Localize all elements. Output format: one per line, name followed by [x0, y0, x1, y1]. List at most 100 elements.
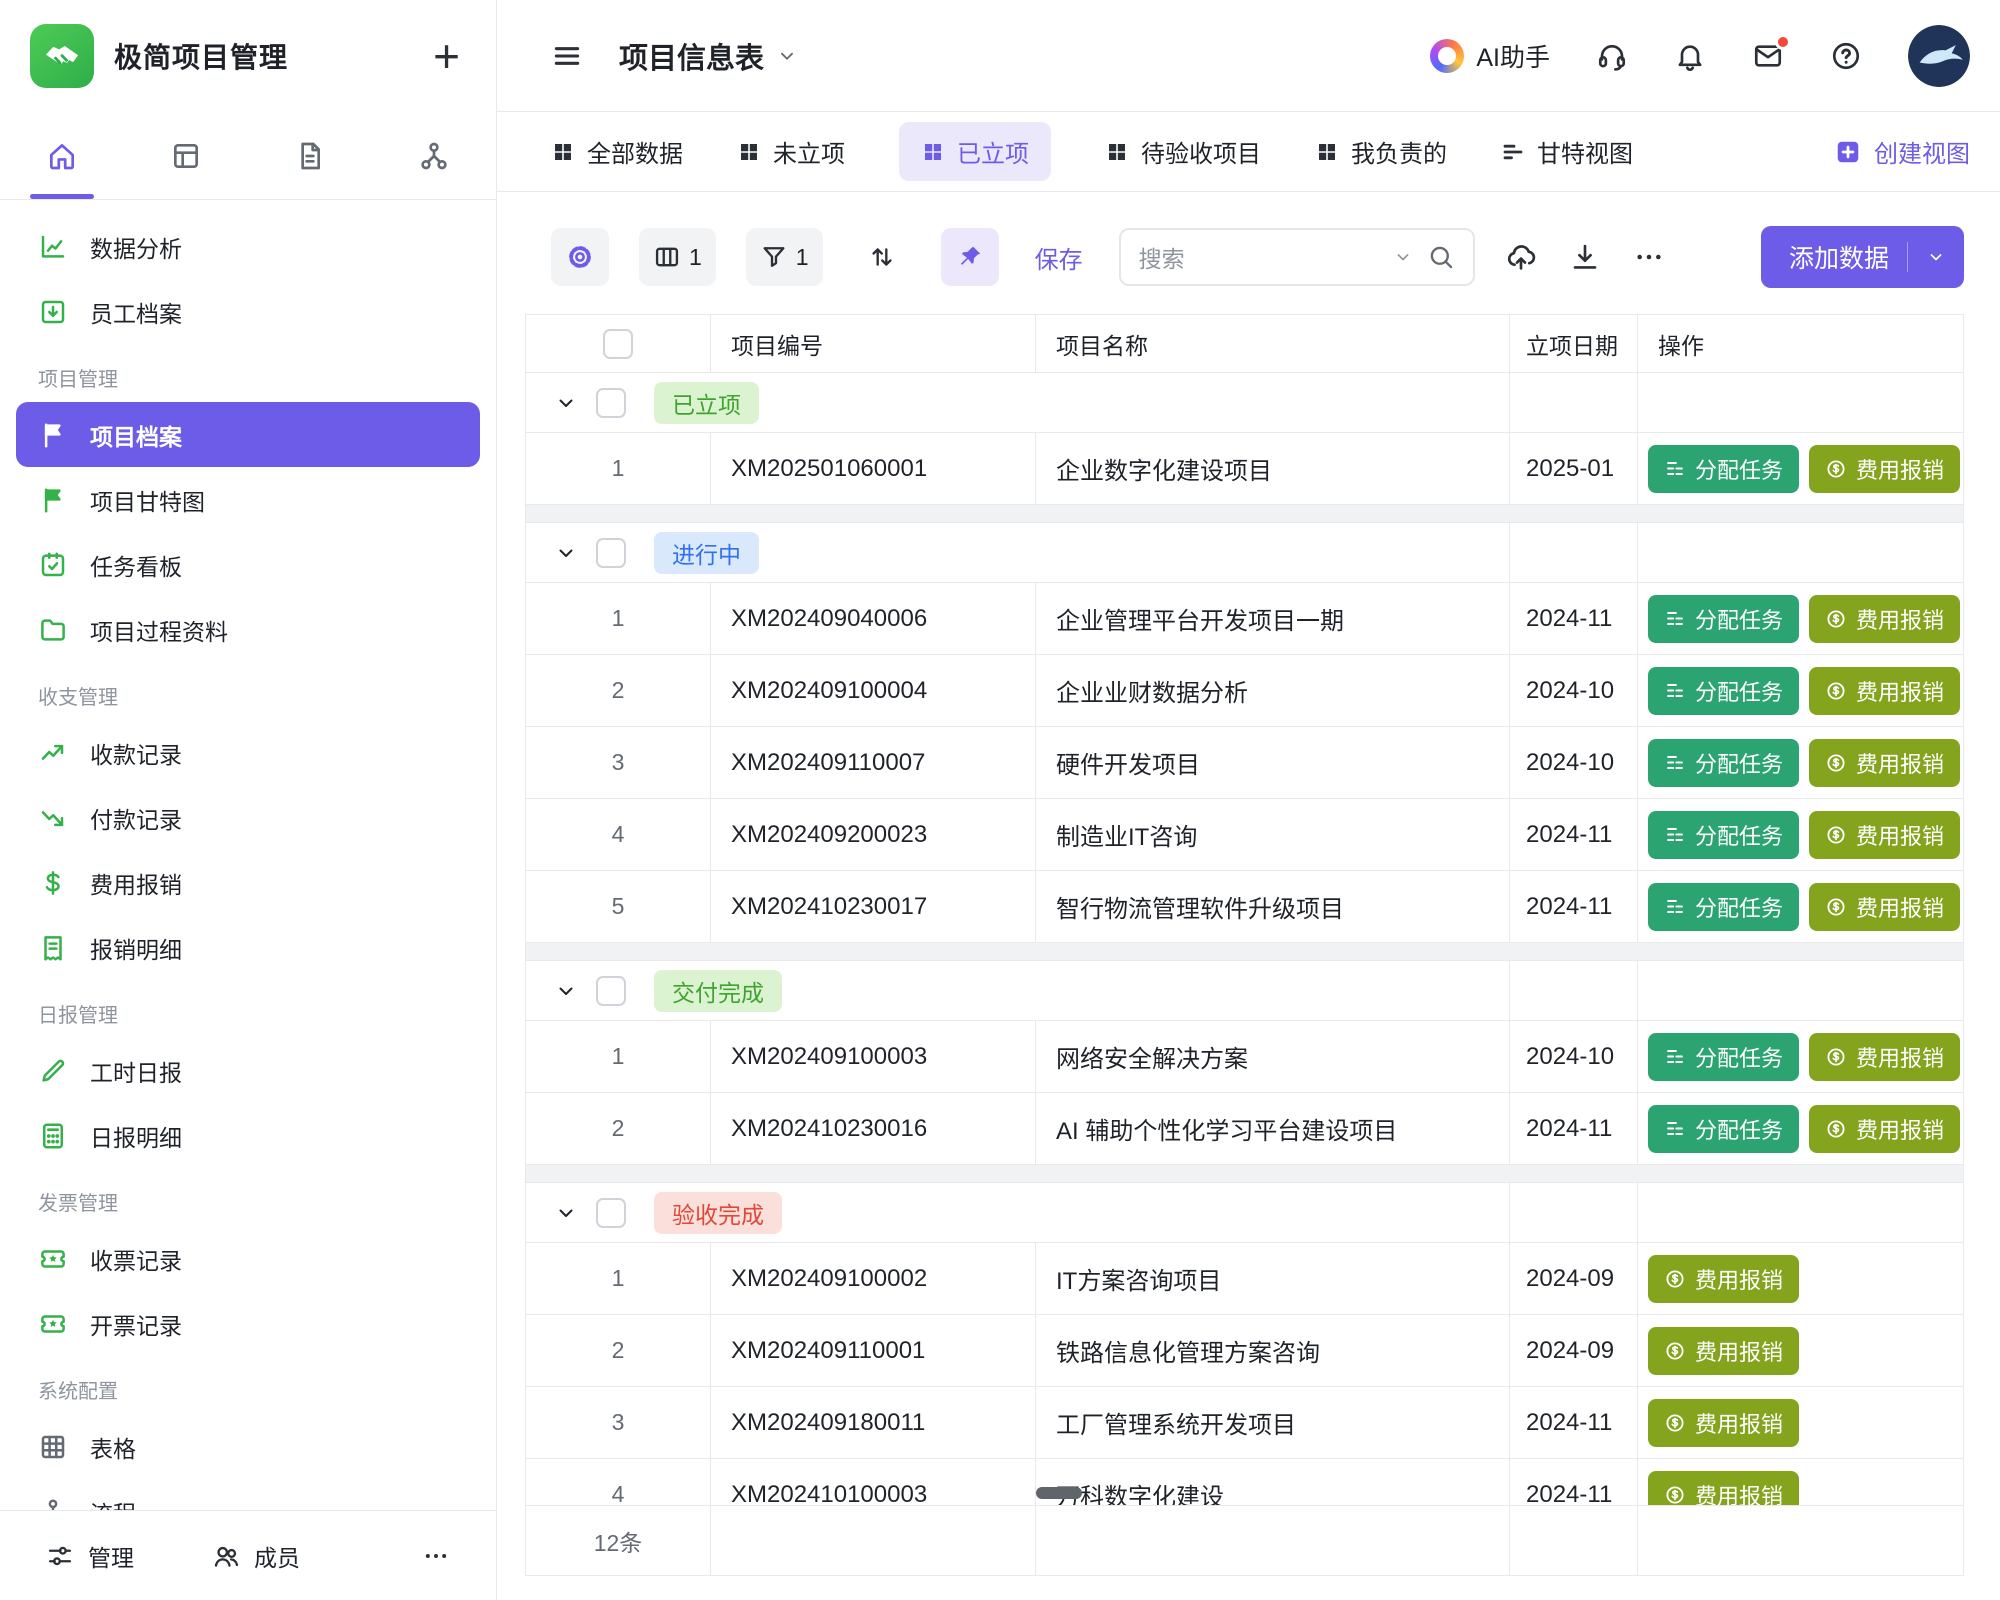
expense-report-button[interactable]: 费用报销 [1809, 445, 1960, 493]
table-row[interactable]: 3XM202409110007硬件开发项目2024-10分配任务费用报销 [526, 727, 1963, 799]
table-row[interactable]: 1XM202409100003网络安全解决方案2024-10分配任务费用报销 [526, 1021, 1963, 1093]
group-date-cell [1510, 523, 1638, 582]
table-row[interactable]: 1XM202409100002IT方案咨询项目2024-09费用报销 [526, 1243, 1963, 1315]
column-header-start-date[interactable]: 立项日期 [1510, 315, 1638, 372]
sidebar-item[interactable]: 项目甘特图 [16, 467, 480, 532]
expense-report-button[interactable]: 费用报销 [1809, 811, 1960, 859]
sidebar-item[interactable]: 费用报销 [16, 850, 480, 915]
assign-task-button[interactable]: 分配任务 [1648, 445, 1799, 493]
expense-report-button[interactable]: 费用报销 [1648, 1471, 1799, 1506]
sidebar-item[interactable]: 工时日报 [16, 1038, 480, 1103]
ai-assistant-button[interactable]: AI助手 [1430, 38, 1550, 74]
download-button[interactable] [1569, 241, 1601, 273]
group-checkbox[interactable] [596, 1198, 626, 1228]
view-tab[interactable]: 甘特视图 [1501, 134, 1633, 169]
sidebar-item[interactable]: 任务看板 [16, 532, 480, 597]
table-row[interactable]: 1XM202409040006企业管理平台开发项目一期2024-11分配任务费用… [526, 583, 1963, 655]
horizontal-scrollbar-thumb[interactable] [1036, 1487, 1082, 1499]
add-app-button[interactable]: + [433, 33, 460, 79]
chevron-down-icon[interactable] [1393, 247, 1413, 267]
column-header-project-code[interactable]: 项目编号 [711, 315, 1036, 372]
view-tab[interactable]: 未立项 [737, 134, 845, 169]
pin-button[interactable] [941, 228, 999, 286]
filter-button[interactable]: 1 [746, 228, 823, 286]
expense-report-button[interactable]: 费用报销 [1648, 1399, 1799, 1447]
sidebar-tab-flow[interactable] [372, 112, 496, 199]
group-checkbox[interactable] [596, 976, 626, 1006]
expense-report-button[interactable]: 费用报销 [1648, 1255, 1799, 1303]
table-row[interactable]: 4XM202409200023制造业IT咨询2024-11分配任务费用报销 [526, 799, 1963, 871]
view-tab[interactable]: 全部数据 [551, 134, 683, 169]
sidebar-item[interactable]: 表格 [16, 1414, 480, 1479]
settings-button[interactable] [551, 228, 609, 286]
create-view-button[interactable]: 创建视图 [1834, 134, 1970, 169]
import-button[interactable] [1505, 241, 1537, 273]
inbox-button[interactable] [1752, 40, 1784, 72]
help-icon[interactable] [1830, 40, 1862, 72]
expense-report-button[interactable]: 费用报销 [1809, 1033, 1960, 1081]
assign-task-button[interactable]: 分配任务 [1648, 811, 1799, 859]
add-data-button[interactable]: 添加数据 [1761, 226, 1964, 288]
headset-icon[interactable] [1596, 40, 1628, 72]
column-header-project-name[interactable]: 项目名称 [1036, 315, 1510, 372]
sidebar-tab-sheet[interactable] [124, 112, 248, 199]
search-icon[interactable] [1427, 243, 1455, 271]
sidebar-item[interactable]: 开票记录 [16, 1291, 480, 1356]
sidebar-item[interactable]: 员工档案 [16, 279, 480, 344]
bell-icon[interactable] [1674, 40, 1706, 72]
project-code-cell: XM202410230016 [711, 1093, 1036, 1164]
expense-report-button[interactable]: 费用报销 [1809, 595, 1960, 643]
column-header-actions[interactable]: 操作 [1638, 315, 1963, 372]
sidebar-item[interactable]: 流程 [16, 1479, 480, 1510]
select-all-checkbox[interactable] [603, 329, 633, 359]
assign-task-button[interactable]: 分配任务 [1648, 667, 1799, 715]
table-row[interactable]: 2XM202409100004企业业财数据分析2024-10分配任务费用报销 [526, 655, 1963, 727]
sidebar-item[interactable]: 收票记录 [16, 1226, 480, 1291]
sidebar-item[interactable]: 收款记录 [16, 720, 480, 785]
group-checkbox[interactable] [596, 538, 626, 568]
chevron-down-icon[interactable] [554, 979, 578, 1003]
table-row[interactable]: 4XM202410100003万科数字化建设2024-11费用报销 [526, 1459, 1963, 1505]
hamburger-menu-icon[interactable] [551, 40, 583, 72]
table-row[interactable]: 2XM202409110001铁路信息化管理方案咨询2024-09费用报销 [526, 1315, 1963, 1387]
expense-report-button[interactable]: 费用报销 [1648, 1327, 1799, 1375]
chevron-down-icon[interactable] [554, 391, 578, 415]
sidebar-item[interactable]: 报销明细 [16, 915, 480, 980]
assign-task-button[interactable]: 分配任务 [1648, 1105, 1799, 1153]
members-button[interactable]: 成员 [212, 1539, 300, 1573]
view-tab[interactable]: 待验收项目 [1105, 134, 1261, 169]
expense-report-button[interactable]: 费用报销 [1809, 739, 1960, 787]
table-row[interactable]: 1XM202501060001企业数字化建设项目2025-01分配任务费用报销 [526, 433, 1963, 505]
user-avatar[interactable] [1908, 25, 1970, 87]
assign-task-button[interactable]: 分配任务 [1648, 739, 1799, 787]
expense-report-button[interactable]: 费用报销 [1809, 1105, 1960, 1153]
sidebar-tab-document[interactable] [248, 112, 372, 199]
view-tab[interactable]: 已立项 [899, 122, 1051, 181]
assign-task-button[interactable]: 分配任务 [1648, 595, 1799, 643]
assign-task-button[interactable]: 分配任务 [1648, 1033, 1799, 1081]
table-row[interactable]: 3XM202409180011工厂管理系统开发项目2024-11费用报销 [526, 1387, 1963, 1459]
table-row[interactable]: 2XM202410230016AI 辅助个性化学习平台建设项目2024-11分配… [526, 1093, 1963, 1165]
table-row[interactable]: 5XM202410230017智行物流管理软件升级项目2024-11分配任务费用… [526, 871, 1963, 943]
manage-button[interactable]: 管理 [46, 1539, 134, 1573]
sidebar-item[interactable]: 日报明细 [16, 1103, 480, 1168]
sidebar-item[interactable]: 数据分析 [16, 214, 480, 279]
sidebar-item[interactable]: 项目档案 [16, 402, 480, 467]
expense-report-button[interactable]: 费用报销 [1809, 667, 1960, 715]
expense-report-button[interactable]: 费用报销 [1809, 883, 1960, 931]
assign-task-button[interactable]: 分配任务 [1648, 883, 1799, 931]
chevron-down-icon[interactable] [776, 45, 798, 67]
chevron-down-icon[interactable] [554, 541, 578, 565]
fields-config-button[interactable]: 1 [639, 228, 716, 286]
sidebar-item[interactable]: 项目过程资料 [16, 597, 480, 662]
group-checkbox[interactable] [596, 388, 626, 418]
view-tab[interactable]: 我负责的 [1315, 134, 1447, 169]
search-box[interactable]: 搜索 [1119, 228, 1475, 286]
sidebar-more-button[interactable] [422, 1542, 450, 1570]
sort-button[interactable] [853, 228, 911, 286]
sidebar-item[interactable]: 付款记录 [16, 785, 480, 850]
sidebar-tab-home[interactable] [0, 112, 124, 199]
save-button[interactable]: 保存 [1035, 240, 1083, 275]
toolbar-more-button[interactable] [1633, 241, 1665, 273]
chevron-down-icon[interactable] [554, 1201, 578, 1225]
